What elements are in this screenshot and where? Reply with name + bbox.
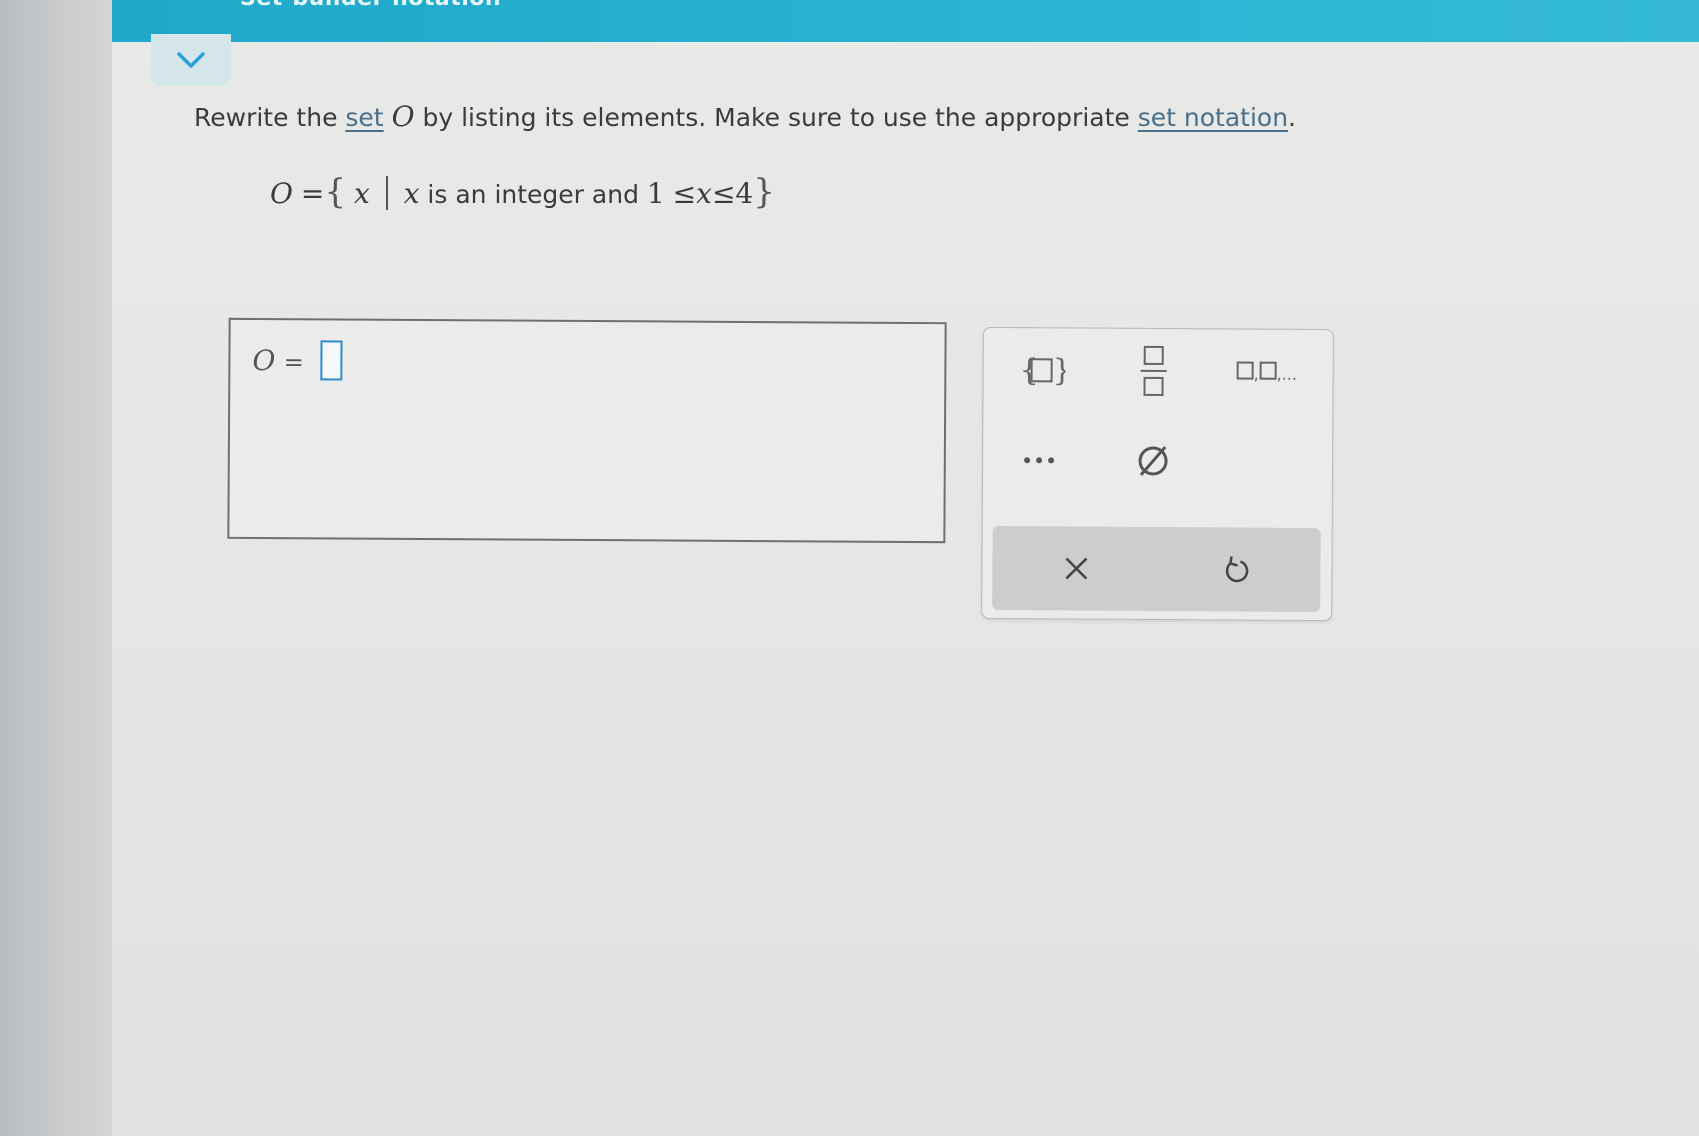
clear-button[interactable] (1016, 526, 1137, 611)
empty-set-button[interactable] (1113, 431, 1193, 491)
such-that-bar (385, 176, 388, 210)
chevron-down-icon (177, 52, 205, 68)
set-def-le1: ≤ (672, 177, 697, 210)
top-bar: Set-builder notation (112, 0, 1699, 42)
set-def-equals: = (300, 177, 325, 210)
svg-text:}: } (1053, 353, 1066, 388)
fraction-icon (1140, 345, 1167, 397)
set-link[interactable]: set (345, 103, 383, 132)
set-def-le2: ≤ (711, 177, 736, 210)
close-brace: } (753, 172, 775, 212)
undo-button[interactable] (1176, 527, 1297, 612)
set-def-var3: x (696, 177, 712, 210)
set-name: O (391, 100, 415, 133)
set-notation-link[interactable]: set notation (1138, 103, 1288, 132)
answer-input-slot[interactable] (319, 340, 343, 381)
svg-text:,...: ,... (1277, 365, 1297, 384)
top-bar-title: Set-builder notation (240, 0, 501, 11)
set-braces-icon: { } (1020, 353, 1066, 388)
ellipsis-button[interactable] (1001, 430, 1081, 490)
set-def-lower: 1 (646, 177, 665, 210)
question-prefix: Rewrite the (194, 103, 346, 132)
question-text: Rewrite the set O by listing its element… (194, 100, 1296, 133)
undo-icon (1225, 556, 1249, 583)
set-def-condition: is an integer and (419, 180, 647, 209)
list-icon: , ,... (1236, 361, 1297, 384)
math-keypad: { } , ,... (981, 326, 1334, 622)
question-middle: by listing its elements. Make sure to us… (414, 103, 1138, 132)
ellipsis-icon (1024, 457, 1055, 464)
set-def-lhs: O (270, 177, 293, 210)
list-button[interactable]: , ,... (1223, 341, 1323, 402)
collapse-button[interactable] (151, 34, 231, 86)
set-braces-button[interactable]: { } (1001, 340, 1081, 400)
svg-text:,: , (1254, 365, 1259, 384)
set-def-var: x (353, 177, 370, 210)
question-suffix: . (1288, 103, 1296, 132)
open-brace: { (324, 172, 347, 212)
fraction-button[interactable] (1113, 341, 1193, 401)
set-def-var2: x (403, 177, 420, 210)
clear-icon (1065, 557, 1088, 580)
page: Set-builder notation Rewrite the set O b… (112, 0, 1699, 1136)
set-definition: O ={ x x is an integer and 1 ≤x≤4} (270, 172, 775, 212)
answer-equals: = (283, 348, 304, 377)
set-def-upper: 4 (735, 177, 754, 210)
answer-var: O (252, 343, 276, 378)
action-strip (992, 525, 1321, 612)
empty-set-icon (1138, 446, 1168, 476)
answer-label: O = (252, 340, 343, 381)
answer-box[interactable]: O = (227, 317, 947, 544)
